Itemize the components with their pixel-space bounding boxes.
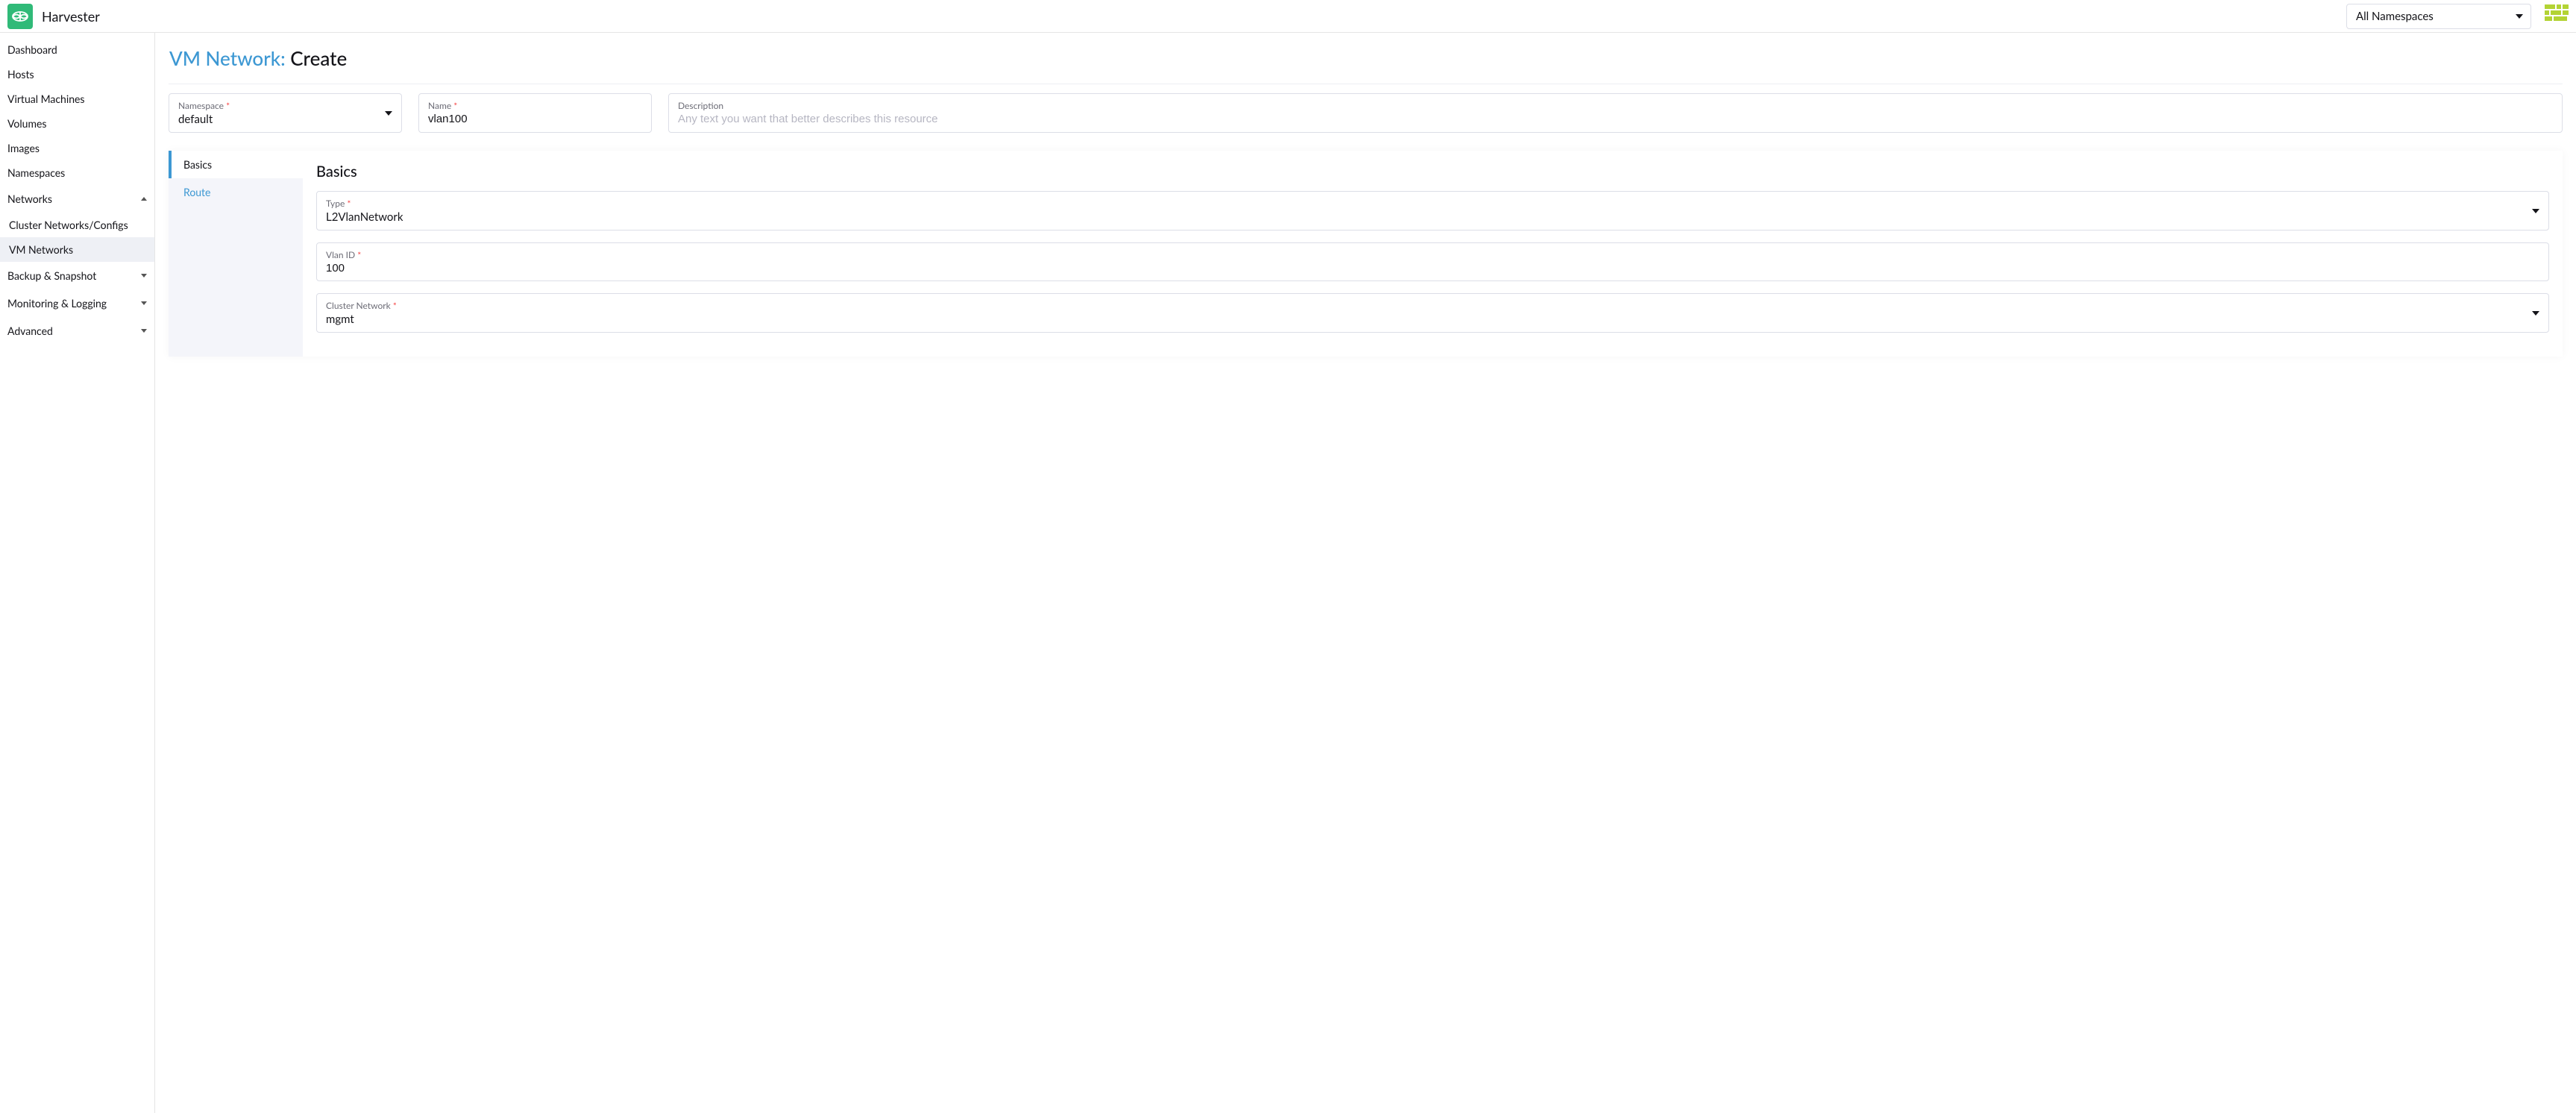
sidebar-item-label: Dashboard <box>7 43 57 56</box>
field-label: Description <box>678 100 2553 111</box>
harvester-icon <box>11 7 29 25</box>
sidebar-group-monitoring[interactable]: Monitoring & Logging <box>0 289 154 317</box>
sidebar-item-label: Advanced <box>7 325 53 337</box>
sidebar-item-label: Cluster Networks/Configs <box>9 219 128 231</box>
sidebar-item-vm-networks[interactable]: VM Networks <box>0 237 154 262</box>
sidebar-item-label: Virtual Machines <box>7 93 84 105</box>
top-form-row: Namespace * default Name * Description <box>169 93 2563 133</box>
vlan-id-field[interactable]: Vlan ID * <box>316 242 2549 281</box>
sidebar-item-label: Hosts <box>7 68 34 81</box>
sidebar-item-virtual-machines[interactable]: Virtual Machines <box>0 87 154 111</box>
header-right: All Namespaces <box>2346 4 2569 29</box>
name-field[interactable]: Name * <box>418 93 652 133</box>
namespace-selector[interactable]: All Namespaces <box>2346 4 2531 29</box>
app-header: Harvester All Namespaces <box>0 0 2576 33</box>
sidebar-item-volumes[interactable]: Volumes <box>0 111 154 136</box>
main-content: VM Network: Create Namespace * default N… <box>155 33 2576 1113</box>
cluster-network-value: mgmt <box>326 311 397 326</box>
chevron-down-icon <box>2516 14 2523 19</box>
tab-label: Basics <box>183 158 212 171</box>
chevron-down-icon <box>2532 209 2539 213</box>
required-indicator: * <box>453 100 457 111</box>
breadcrumb[interactable]: VM Network: <box>169 46 286 70</box>
sidebar-item-images[interactable]: Images <box>0 136 154 160</box>
tab-route[interactable]: Route <box>169 178 303 206</box>
header-left: Harvester <box>7 4 100 29</box>
config-panel: Basics Route Basics Type * L2VlanNetwork… <box>169 151 2563 357</box>
chevron-down-icon <box>2532 311 2539 316</box>
tab-content: Basics Type * L2VlanNetwork Vlan ID * Cl… <box>303 151 2563 357</box>
chevron-down-icon <box>141 274 147 278</box>
page-title-text: Create <box>290 46 347 70</box>
tab-basics[interactable]: Basics <box>169 151 303 178</box>
namespace-field[interactable]: Namespace * default <box>169 93 402 133</box>
name-input[interactable] <box>428 111 642 125</box>
sidebar: Dashboard Hosts Virtual Machines Volumes… <box>0 33 155 1113</box>
tabs: Basics Route <box>169 151 303 357</box>
field-label: Namespace * <box>178 100 230 111</box>
chevron-down-icon <box>141 329 147 333</box>
type-field[interactable]: Type * L2VlanNetwork <box>316 191 2549 231</box>
field-label: Cluster Network * <box>326 300 397 311</box>
brand-name: Harvester <box>42 8 100 25</box>
user-avatar[interactable] <box>2545 4 2569 28</box>
section-title: Basics <box>316 163 2549 181</box>
required-indicator: * <box>393 300 397 311</box>
cluster-network-field[interactable]: Cluster Network * mgmt <box>316 293 2549 333</box>
required-indicator: * <box>226 100 230 111</box>
sidebar-group-networks[interactable]: Networks <box>0 185 154 213</box>
tab-label: Route <box>183 186 210 198</box>
sidebar-item-label: Backup & Snapshot <box>7 269 96 282</box>
sidebar-group-backup[interactable]: Backup & Snapshot <box>0 262 154 289</box>
sidebar-item-label: Networks <box>7 192 52 205</box>
namespace-value: default <box>178 111 230 126</box>
chevron-down-icon <box>385 111 392 116</box>
chevron-down-icon <box>141 301 147 305</box>
type-value: L2VlanNetwork <box>326 209 403 224</box>
required-indicator: * <box>347 198 351 209</box>
sidebar-item-label: Namespaces <box>7 166 65 179</box>
required-indicator: * <box>357 249 361 260</box>
sidebar-item-dashboard[interactable]: Dashboard <box>0 37 154 62</box>
page-title: VM Network: Create <box>169 46 2563 70</box>
sidebar-item-namespaces[interactable]: Namespaces <box>0 160 154 185</box>
chevron-up-icon <box>141 197 147 201</box>
vlan-id-input[interactable] <box>326 260 2539 275</box>
field-label: Vlan ID * <box>326 249 2539 260</box>
layout: Dashboard Hosts Virtual Machines Volumes… <box>0 33 2576 1113</box>
description-field[interactable]: Description <box>668 93 2563 133</box>
sidebar-item-label: Monitoring & Logging <box>7 297 107 310</box>
sidebar-item-cluster-networks[interactable]: Cluster Networks/Configs <box>0 213 154 237</box>
field-label: Type * <box>326 198 403 209</box>
namespace-selector-value: All Namespaces <box>2356 10 2434 23</box>
sidebar-item-hosts[interactable]: Hosts <box>0 62 154 87</box>
sidebar-item-label: Volumes <box>7 117 46 130</box>
description-input[interactable] <box>678 111 2553 125</box>
sidebar-item-label: VM Networks <box>9 243 73 256</box>
field-label: Name * <box>428 100 642 111</box>
sidebar-group-advanced[interactable]: Advanced <box>0 317 154 345</box>
sidebar-item-label: Images <box>7 142 40 154</box>
app-logo[interactable] <box>7 4 33 29</box>
